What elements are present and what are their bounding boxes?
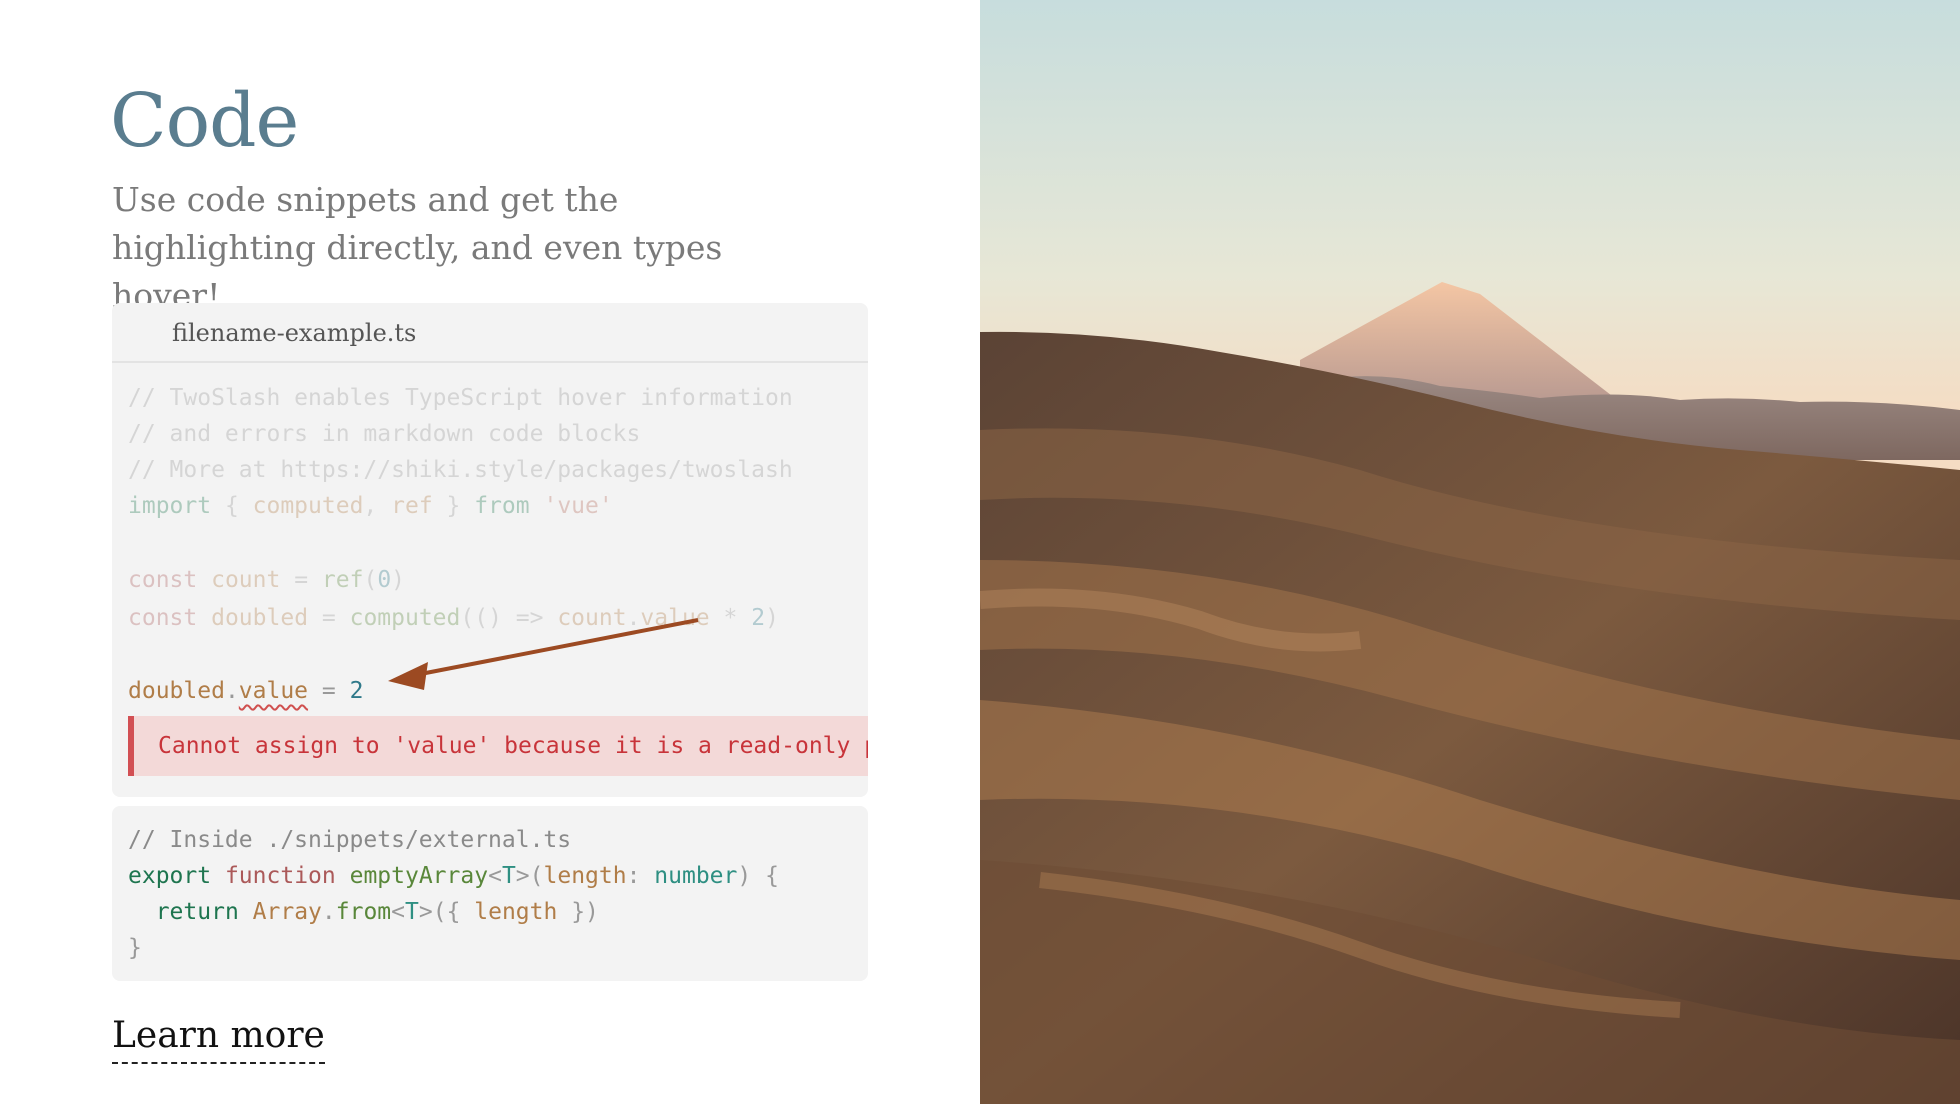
filename-label: filename-example.ts (172, 319, 417, 347)
snippet-line-1: // Inside ./snippets/external.ts (128, 827, 572, 853)
snippet-line-4: } (128, 935, 142, 961)
error-squiggle[interactable]: value (239, 678, 308, 704)
learn-more-link[interactable]: Learn more (112, 1012, 325, 1064)
content-pane: Code Use code snippets and get the highl… (0, 0, 980, 1104)
snippet-line-3: return Array.from<T>({ length }) (155, 899, 599, 925)
code-line-4: import { computed, ref } from 'vue' (128, 493, 613, 519)
snippet-line-2: export function emptyArray<T>(length: nu… (128, 863, 779, 889)
code-line-1: // TwoSlash enables TypeScript hover inf… (128, 385, 793, 411)
landscape-photo (980, 0, 1960, 1104)
mountain-landscape-image (980, 0, 1960, 1104)
error-message-box: Cannot assign to 'value' because it is a… (128, 716, 868, 776)
code-line-9: doubled.value = 2 (128, 678, 364, 704)
code-file-tab: filename-example.ts (112, 303, 868, 363)
error-message-text: Cannot assign to 'value' because it is a… (158, 733, 868, 759)
code-line-6: const count = ref(0) (128, 567, 406, 593)
code-line-2: // and errors in markdown code blocks (128, 421, 641, 447)
code-line-7: const doubled = computed(() => count.val… (128, 605, 779, 631)
page-title: Code (110, 78, 299, 164)
code-line-3: // More at https://shiki.style/packages/… (128, 457, 793, 483)
page-subtitle: Use code snippets and get the highlighti… (112, 180, 723, 315)
